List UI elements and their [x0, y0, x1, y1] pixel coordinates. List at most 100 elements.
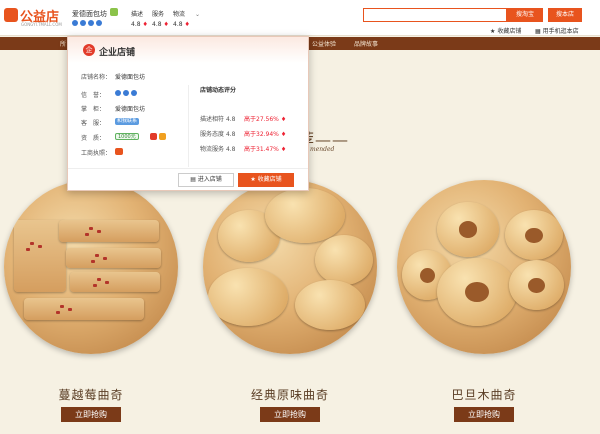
buy-now-button[interactable]: 立即抢购: [260, 407, 320, 422]
favorite-store-button[interactable]: ★ 收藏店铺: [238, 173, 294, 187]
site-logo[interactable]: 公益店 GONGYI.TMALL.COM: [4, 6, 64, 30]
enter-store-button[interactable]: ▤ 进入店铺: [178, 173, 234, 187]
section-subtitle: mended: [310, 146, 335, 153]
favorite-store-link[interactable]: ★ 收藏店铺: [490, 26, 521, 35]
up-arrow-icon: ♦: [142, 21, 148, 28]
score-label: 服务态度: [200, 131, 225, 138]
rating-describe: 描述 4.8 ♦: [131, 9, 148, 28]
cookie-shape: [437, 258, 517, 326]
rating-label: 服务: [152, 11, 165, 18]
up-arrow-icon: ♦: [280, 116, 287, 123]
top-header: 公益店 GONGYI.TMALL.COM 爱德面包坊 描述 4.8 ♦ 服务 4…: [0, 0, 600, 36]
star-icon: ★: [250, 176, 256, 183]
cookie-shape: [295, 280, 365, 330]
up-arrow-icon: ♦: [184, 21, 190, 28]
score-label: 描述相符: [200, 116, 225, 123]
mobile-store-link[interactable]: ▦ 用手机逛本店: [535, 26, 579, 35]
rating-label: 描述: [131, 11, 144, 18]
popup-header: 企 企业店铺: [68, 37, 308, 63]
credit-icons: [115, 90, 137, 96]
buy-now-button[interactable]: 立即抢购: [454, 407, 514, 422]
rating-value: 4.8: [152, 21, 162, 28]
score-compare: 高于27.56% ♦: [244, 114, 286, 123]
store-icon: ▤: [190, 176, 196, 183]
shop-name-value: 爱德面包坊: [115, 74, 146, 81]
enterprise-icon: 企: [83, 44, 95, 56]
deposit-badge: 1000元: [115, 133, 139, 140]
shop-name[interactable]: 爱德面包坊: [72, 9, 107, 19]
favorite-store-label: 收藏店铺: [497, 28, 522, 35]
search-taobao-button[interactable]: 搜淘宝: [507, 8, 543, 22]
search-input[interactable]: [363, 8, 507, 22]
qr-icon: ▦: [535, 28, 541, 35]
score-value: 4.8: [225, 131, 236, 138]
score-row-describe: 描述相符 4.8: [200, 114, 235, 123]
credit-dot-icon: [115, 90, 121, 96]
cookie-shape: [265, 188, 345, 243]
score-compare-text: 高于32.94%: [244, 131, 279, 138]
credit-dot-icon: [131, 90, 137, 96]
credit-label: 信 誉：: [81, 92, 106, 99]
license-icon[interactable]: [115, 148, 123, 155]
cookie-shape: [59, 220, 159, 242]
product-card-classic: 经典原味曲奇 立即抢购: [203, 180, 377, 430]
rating-value: 4.8: [173, 21, 183, 28]
rating-logistics: 物流 4.8 ♦: [173, 9, 190, 28]
rating-label: 物流: [173, 11, 186, 18]
contact-me-button[interactable]: 和我联系: [115, 118, 140, 125]
nav-item-all[interactable]: 所: [60, 39, 66, 48]
license-label: 工商执照：: [81, 150, 112, 157]
product-title[interactable]: 蔓越莓曲奇: [4, 386, 178, 403]
score-label: 物流服务: [200, 146, 225, 153]
product-image[interactable]: [4, 180, 178, 354]
cookie-shape: [315, 235, 373, 285]
seller-value[interactable]: 爱德面包坊: [115, 104, 145, 113]
popup-divider: [188, 85, 189, 167]
credit-dot-icon: [72, 20, 78, 26]
cookie-shape: [208, 268, 288, 326]
score-title: 店铺动态评分: [200, 87, 237, 94]
shop-name-label: 店铺名称：: [81, 74, 112, 81]
credit-icons: [72, 20, 102, 26]
quality-label: 资 质：: [81, 135, 106, 142]
cookie-shape: [509, 260, 564, 310]
popup-title: 企业店铺: [99, 48, 136, 58]
score-compare-text: 高于27.56%: [244, 116, 279, 123]
seller-label: 掌 柜：: [81, 106, 106, 113]
up-arrow-icon: ♦: [280, 131, 287, 138]
product-card-almond: 巴旦木曲奇 立即抢购: [397, 180, 571, 430]
product-image[interactable]: [203, 180, 377, 354]
product-card-cranberry: 蔓越莓曲奇 立即抢购: [4, 180, 178, 430]
quality-badge-icon: [159, 133, 166, 140]
score-value: 4.8: [225, 116, 236, 123]
logo-icon: [4, 8, 18, 22]
product-title[interactable]: 经典原味曲奇: [203, 386, 377, 403]
shop-info-popup: 企 企业店铺 店铺名称： 爱德面包坊 信 誉： 掌 柜： 爱德面包坊 客 服： …: [67, 36, 309, 191]
score-compare: 高于32.94% ♦: [244, 129, 286, 138]
score-row-service: 服务态度 4.8: [200, 129, 235, 138]
enter-store-label: 进入店铺: [197, 176, 222, 183]
popup-footer: ▤ 进入店铺 ★ 收藏店铺: [68, 168, 308, 190]
quality-badge-icon: [150, 133, 157, 140]
score-compare-text: 高于31.47%: [244, 146, 279, 153]
nav-item-charity[interactable]: 公益体验: [312, 39, 336, 48]
product-image[interactable]: [397, 180, 571, 354]
score-compare: 高于31.47% ♦: [244, 144, 286, 153]
favorite-store-label: 收藏店铺: [257, 176, 282, 183]
rating-service: 服务 4.8 ♦: [152, 9, 169, 28]
cookie-shape: [437, 202, 499, 257]
cookie-shape: [66, 248, 161, 268]
cookie-shape: [70, 272, 160, 292]
rating-value: 4.8: [131, 21, 141, 28]
logo-subtext: GONGYI.TMALL.COM: [21, 22, 62, 27]
search-store-button[interactable]: 搜本店: [548, 8, 582, 22]
chevron-down-icon[interactable]: ⌄: [195, 11, 200, 18]
product-title[interactable]: 巴旦木曲奇: [397, 386, 571, 403]
credit-dot-icon: [88, 20, 94, 26]
cookie-shape: [505, 210, 563, 260]
credit-dot-icon: [96, 20, 102, 26]
up-arrow-icon: ♦: [163, 21, 169, 28]
buy-now-button[interactable]: 立即抢购: [61, 407, 121, 422]
shop-badge-icon: [110, 8, 118, 16]
nav-item-brand-story[interactable]: 品牌故事: [354, 39, 378, 48]
